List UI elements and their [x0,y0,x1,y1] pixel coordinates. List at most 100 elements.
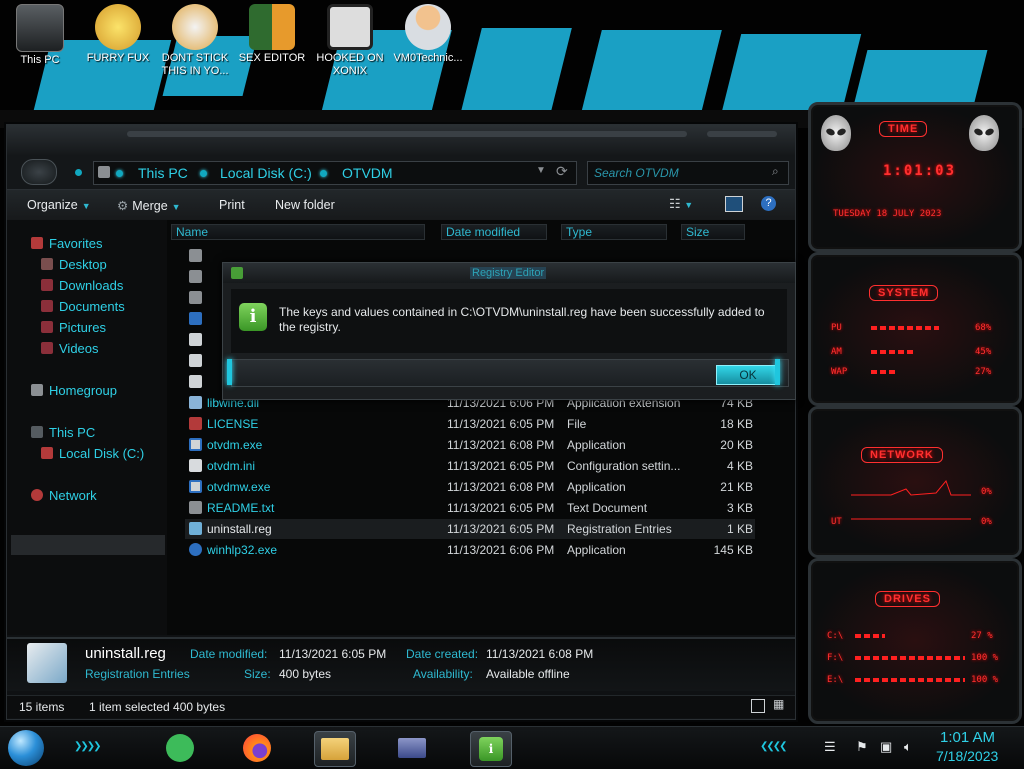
column-header-size[interactable]: Size [681,224,745,240]
folder-icon [189,291,202,304]
table-row[interactable]: LICENSE 11/13/2021 6:05 PM File 18 KB [185,414,755,434]
table-row-selected[interactable]: uninstall.reg 11/13/2021 6:05 PM Registr… [185,519,755,539]
taskbar-app-explorer[interactable] [314,731,356,767]
breadcrumb-this-pc[interactable]: This PC [138,165,188,181]
table-row[interactable]: README.txt 11/13/2021 6:05 PM Text Docum… [185,498,755,518]
game-icon [327,4,373,50]
preview-pane-icon[interactable] [725,196,743,212]
firefox-icon [243,734,271,762]
search-icon[interactable]: ⌕ [772,164,779,179]
desktop-icon-sex-editor[interactable]: SEX EDITOR [232,4,312,65]
forward-dot-icon[interactable] [75,169,82,176]
merge-button[interactable]: ⚙ Merge ▼ [117,198,181,213]
tray-overflow-icon[interactable]: ☰ [824,739,836,755]
new-folder-button[interactable]: New folder [275,198,335,212]
taskbar-clock-date[interactable]: 7/18/2023 [936,748,998,764]
system-gadget[interactable]: SYSTEM PU 68% AM 45% WAP 27% [808,252,1022,406]
file-date: 11/13/2021 6:06 PM [447,543,555,557]
cpu-label: PU [831,323,842,333]
file-type: Application [567,543,626,557]
organize-button[interactable]: Organize ▼ [27,198,91,212]
details-created-value: 11/13/2021 6:08 PM [486,647,594,661]
taskbar-app-firefox[interactable] [238,731,278,765]
table-row[interactable]: otvdm.exe 11/13/2021 6:08 PM Application… [185,435,755,455]
breadcrumb-otvdm[interactable]: OTVDM [342,165,393,181]
gadget-date: TUESDAY 18 JULY 2023 [833,209,942,219]
folder-icon [98,166,110,178]
folder-icon [321,738,349,760]
drive-usage-bar [855,634,885,638]
nav-label: Downloads [59,278,124,293]
search-input[interactable]: Search OTVDM ⌕ [587,161,789,185]
column-header-type[interactable]: Type [561,224,667,240]
file-name: otvdm.exe [207,438,263,452]
glow-accent [227,359,232,385]
breadcrumb-separator-icon [116,170,123,177]
print-button[interactable]: Print [219,198,245,212]
dialog-titlebar[interactable]: Registry Editor [223,263,795,283]
chevron-decor-icon: ❮❮❮❮ [760,741,787,752]
address-bar[interactable]: This PC Local Disk (C:) OTVDM ▼ ⟳ [93,161,577,185]
table-row[interactable]: otvdmw.exe 11/13/2021 6:08 PM Applicatio… [185,477,755,497]
drive-icon [41,447,53,459]
column-header-name[interactable]: Name [171,224,425,240]
window-titlebar[interactable] [7,125,795,155]
desktop-icon-hooked-on-xonix[interactable]: HOOKED ON XONIX [310,4,390,78]
drive-value: 27 % [971,631,993,641]
desktop-icon-this-pc[interactable]: This PC [0,4,80,67]
desktop-icon-label: VM0Technic... [393,52,463,64]
column-header-date[interactable]: Date modified [441,224,547,240]
dialog-message: The keys and values contained in C:\OTVD… [279,305,765,334]
taskbar-app-notes[interactable] [160,731,200,765]
time-gadget-title: TIME [879,121,928,137]
cartoon-character-icon [95,4,141,50]
tiles-view-icon[interactable]: ▦ [773,697,784,711]
table-row[interactable]: winhlp32.exe 11/13/2021 6:06 PM Applicat… [185,540,755,560]
desktop-icon-vm0technic[interactable]: VM0Technic... [388,4,468,65]
drives-gadget[interactable]: DRIVES C:\ 27 % F:\ 100 % E:\ 100 % [808,558,1022,724]
table-row[interactable]: otvdm.ini 11/13/2021 6:05 PM Configurati… [185,456,755,476]
desktop-icon-dont-stick[interactable]: DONT STICK THIS IN YO... [155,4,235,78]
flag-icon[interactable]: ⚑ [856,739,868,755]
details-size-label: Size: [244,667,271,681]
view-options-icon[interactable]: ☷ ▼ [669,196,693,212]
desktop-icon-label: FURRY FUX [86,52,150,64]
help-icon[interactable]: ? [761,196,776,211]
network-gadget[interactable]: NETWORK 0% UT 0% [808,406,1022,558]
ok-button[interactable]: OK [716,365,780,385]
time-gadget[interactable]: TIME 1:01:03 TUESDAY 18 JULY 2023 [808,102,1022,252]
drive-label: E:\ [827,675,844,685]
drive-usage-bar [855,656,965,660]
drive-label: F:\ [827,653,844,663]
homegroup-icon [31,384,43,396]
computer-icon [16,4,64,52]
file-size: 145 KB [713,543,753,557]
back-button[interactable] [21,159,57,185]
file-icon [189,375,202,388]
network-tray-icon[interactable]: ▣ [880,739,892,755]
start-button[interactable] [8,730,44,766]
file-type: Application [567,438,626,452]
desktop-icon-furry-fux[interactable]: FURRY FUX [78,4,158,65]
file-icon [189,354,202,367]
control-panel-icon [398,738,426,758]
file-size: 1 KB [726,522,753,536]
network-graph [851,480,971,520]
glow-accent [775,359,780,385]
file-name: winhlp32.exe [207,543,278,557]
chevron-down-icon: ▼ [81,201,91,211]
alien-head-icon [969,115,999,151]
file-name: otvdm.ini [207,459,256,473]
refresh-icon[interactable]: ⟳ [556,163,568,180]
nav-label: Desktop [59,257,107,272]
details-view-icon[interactable] [751,699,765,713]
ram-value: 45% [975,347,992,357]
network-in-value: 0% [981,487,992,497]
file-name: LICENSE [207,417,259,431]
chevron-down-icon[interactable]: ▼ [536,165,546,176]
volume-icon[interactable]: 🔈︎ [904,739,912,755]
breadcrumb-local-disk[interactable]: Local Disk (C:) [220,165,312,181]
taskbar-app-registry-editor[interactable]: i [470,731,512,767]
taskbar-clock-time[interactable]: 1:01 AM [940,729,995,746]
taskbar-app-control-panel[interactable] [392,731,432,765]
